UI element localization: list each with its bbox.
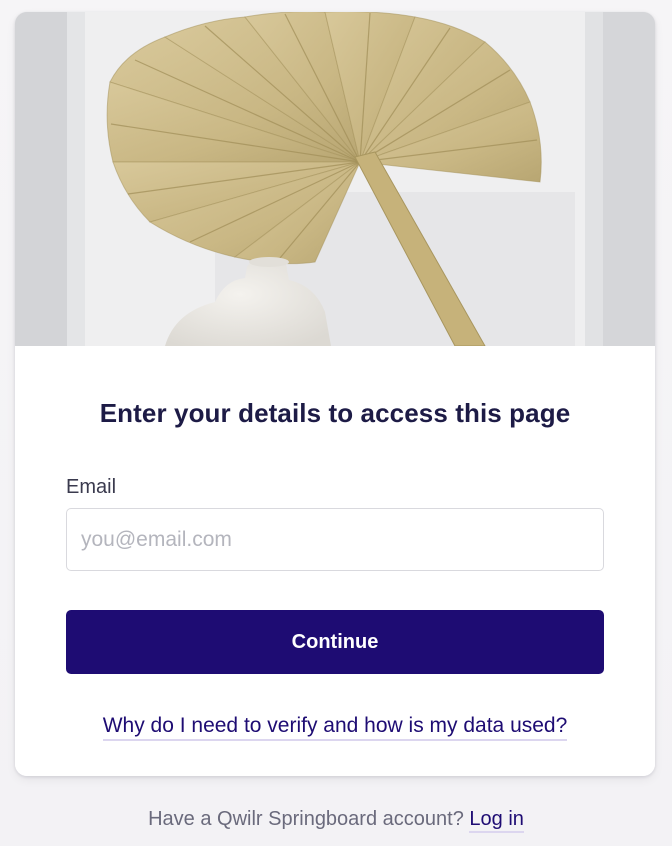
hero-image xyxy=(15,12,655,346)
email-label: Email xyxy=(66,476,117,498)
verify-info-link[interactable]: Why do I need to verify and how is my da… xyxy=(102,714,568,741)
email-input[interactable] xyxy=(66,508,604,571)
continue-button[interactable]: Continue xyxy=(66,610,604,674)
footer-prompt: Have a Qwilr Springboard account? xyxy=(148,808,464,830)
login-link[interactable]: Log in xyxy=(469,808,524,833)
form-title: Enter your details to access this page xyxy=(99,398,571,428)
footer: Have a Qwilr Springboard account? Log in xyxy=(0,808,672,833)
access-card: Enter your details to access this page E… xyxy=(15,12,655,776)
verify-info-link-wrapper: Why do I need to verify and how is my da… xyxy=(15,714,655,741)
access-form: Enter your details to access this page E… xyxy=(15,346,655,776)
